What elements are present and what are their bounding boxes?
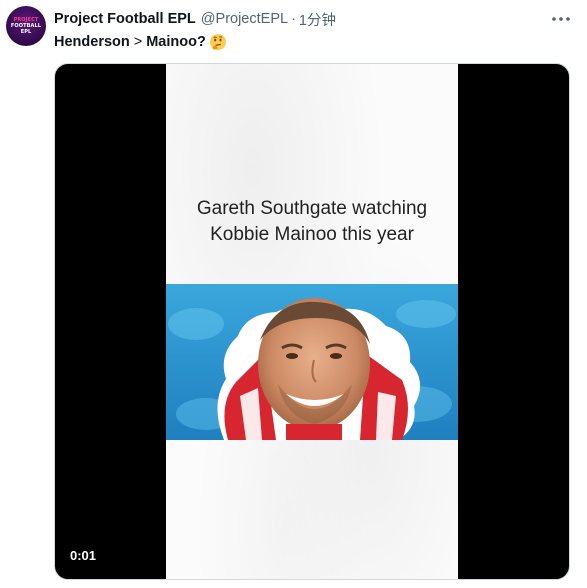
video-caption-line-2: Kobbie Mainoo this year	[210, 224, 414, 245]
video-duration-badge: 0:01	[65, 546, 102, 566]
author-handle[interactable]: @ProjectEPL	[201, 11, 288, 27]
video-frame: Gareth Southgate watching Kobbie Mainoo …	[166, 64, 458, 579]
video-player[interactable]: Gareth Southgate watching Kobbie Mainoo …	[54, 63, 570, 580]
separator-dot: ·	[291, 11, 296, 27]
tweet-text-name-1: Henderson	[54, 34, 130, 50]
thinking-face-icon	[209, 33, 227, 51]
tweet-header: Project Football EPL @ProjectEPL · 1分钟	[54, 9, 336, 30]
tweet-text-separator: >	[133, 34, 143, 50]
tweet-text: Henderson > Mainoo?	[54, 32, 227, 52]
tweet: PROJECT FOOTBALL EPL Project Football EP…	[0, 0, 587, 588]
tweet-timestamp[interactable]: 1分钟	[299, 9, 336, 30]
video-caption: Gareth Southgate watching Kobbie Mainoo …	[166, 196, 458, 248]
avatar-logo-line-3: EPL	[20, 29, 32, 35]
avatar[interactable]: PROJECT FOOTBALL EPL	[6, 6, 46, 46]
meme-image	[166, 284, 458, 440]
author-display-name[interactable]: Project Football EPL	[54, 11, 196, 27]
more-horizontal-icon	[552, 17, 570, 21]
tweet-text-name-2: Mainoo?	[146, 34, 206, 50]
video-caption-line-1: Gareth Southgate watching	[196, 198, 428, 219]
more-options-button[interactable]	[550, 10, 572, 28]
